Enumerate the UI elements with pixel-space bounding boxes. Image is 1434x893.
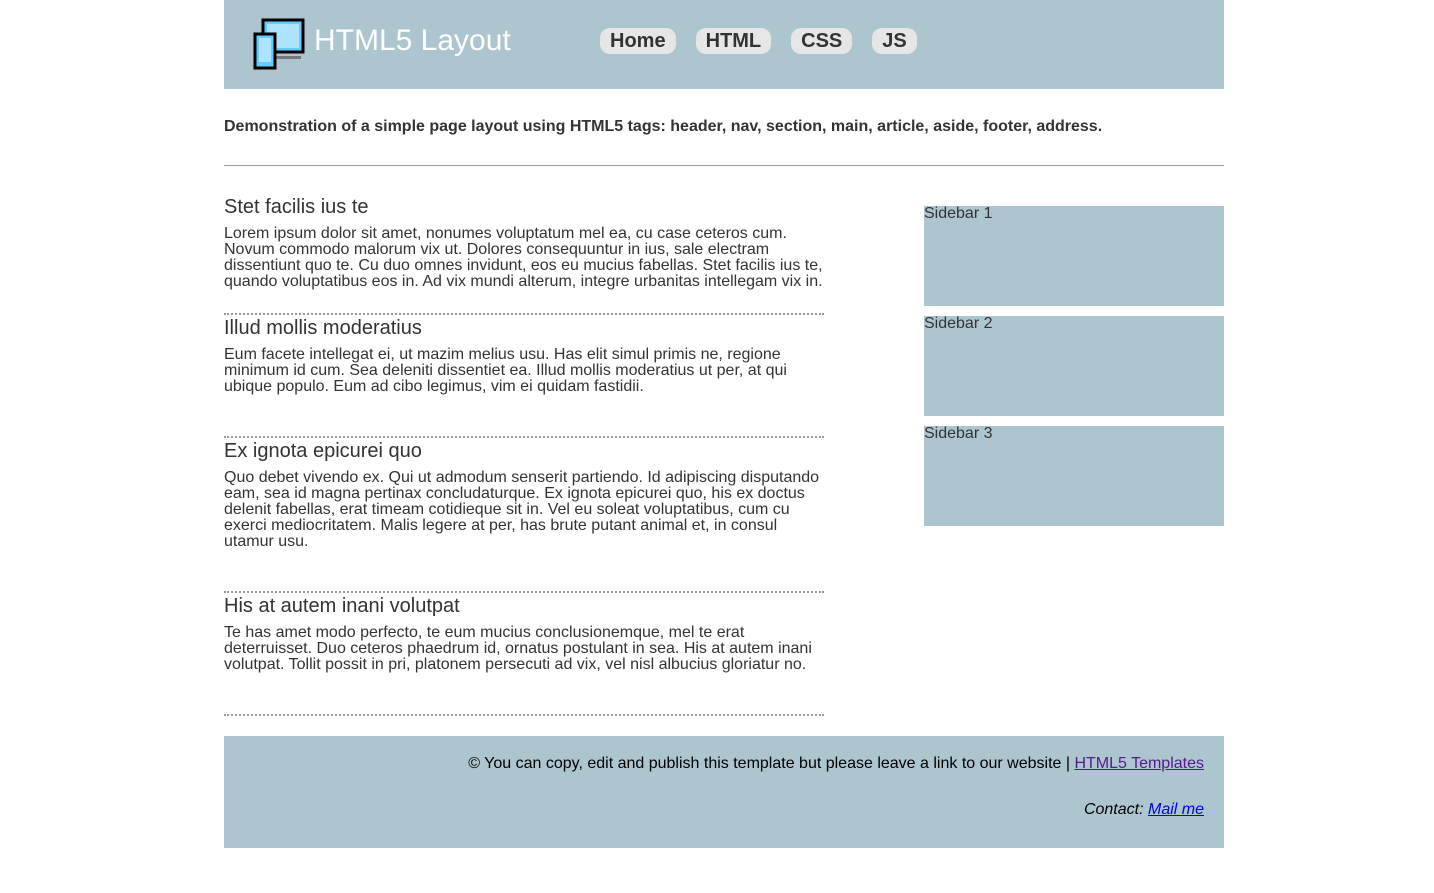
contact-address: Contact: Mail me: [1084, 801, 1204, 819]
section-divider: [224, 165, 1224, 166]
contact-label: Contact:: [1083, 801, 1148, 818]
article: Stet facilis ius te Lorem ipsum dolor si…: [224, 194, 824, 315]
sidebar: Sidebar 1 Sidebar 2 Sidebar 3: [924, 206, 1224, 536]
nav-css[interactable]: CSS: [791, 28, 853, 54]
article: Illud mollis moderatius Eum facete intel…: [224, 315, 824, 438]
site-footer: © You can copy, edit and publish this te…: [224, 736, 1224, 848]
mail-link[interactable]: Mail me: [1148, 801, 1204, 818]
main-content: Stet facilis ius te Lorem ipsum dolor si…: [224, 194, 824, 716]
nav-html[interactable]: HTML: [695, 28, 772, 54]
nav-js[interactable]: JS: [872, 28, 917, 54]
sidebar-box-1: Sidebar 1: [924, 206, 1224, 306]
sidebar-box-3: Sidebar 3: [924, 426, 1224, 526]
copyright-text: © You can copy, edit and publish this te…: [468, 755, 1075, 772]
article-title: His at autem inani volutpat: [224, 595, 460, 617]
sidebar-box-2: Sidebar 2: [924, 316, 1224, 416]
article: Ex ignota epicurei quo Quo debet vivendo…: [224, 438, 824, 593]
article-title: Ex ignota epicurei quo: [224, 440, 422, 462]
templates-link[interactable]: HTML5 Templates: [1074, 755, 1204, 772]
article-body: Quo debet vivendo ex. Qui ut admodum sen…: [224, 469, 820, 550]
article-body: Lorem ipsum dolor sit amet, nonumes volu…: [224, 225, 823, 290]
article-body: Te has amet modo perfecto, te eum mucius…: [224, 624, 812, 673]
article: His at autem inani volutpat Te has amet …: [224, 593, 824, 716]
intro-text: Demonstration of a simple page layout us…: [224, 118, 1103, 135]
site-title: HTML5 Layout: [314, 24, 511, 57]
article-body: Eum facete intellegat ei, ut mazim meliu…: [224, 346, 787, 395]
site-header: HTML5 Layout Home HTML CSS JS: [224, 0, 1224, 89]
nav-home[interactable]: Home: [600, 28, 676, 54]
article-title: Illud mollis moderatius: [224, 317, 422, 339]
article-title: Stet facilis ius te: [224, 196, 369, 218]
devices-icon: [253, 18, 305, 70]
main-nav: Home HTML CSS JS: [600, 28, 937, 54]
copyright-notice: © You can copy, edit and publish this te…: [468, 755, 1204, 773]
